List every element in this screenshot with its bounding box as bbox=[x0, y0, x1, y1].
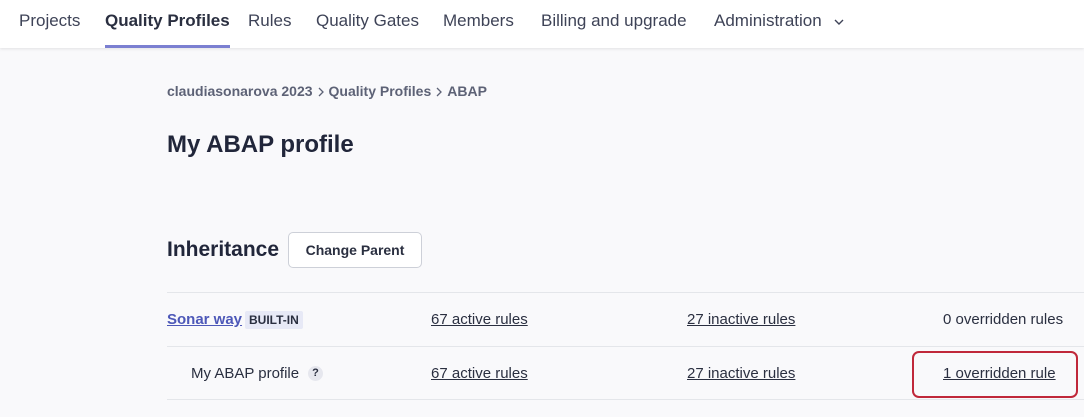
highlight-annotation bbox=[912, 351, 1078, 398]
nav-billing-and-upgrade[interactable]: Billing and upgrade bbox=[541, 0, 687, 48]
current-profile-name: My ABAP profile bbox=[191, 365, 300, 382]
active-tab-indicator bbox=[105, 45, 230, 48]
built-in-badge: BUILT-IN bbox=[245, 311, 303, 329]
active-rules-link[interactable]: 67 active rules bbox=[431, 311, 528, 328]
inactive-rules-link[interactable]: 27 inactive rules bbox=[687, 365, 795, 382]
nav-members[interactable]: Members bbox=[443, 0, 514, 48]
breadcrumb-language[interactable]: ABAP bbox=[447, 83, 487, 99]
inactive-rules-link[interactable]: 27 inactive rules bbox=[687, 311, 795, 328]
divider bbox=[167, 346, 1084, 347]
divider bbox=[167, 399, 1084, 400]
chevron-right-icon bbox=[318, 84, 324, 100]
inheritance-title: Inheritance bbox=[167, 238, 280, 261]
nav-quality-gates[interactable]: Quality Gates bbox=[316, 0, 419, 48]
breadcrumb-organization[interactable]: claudiasonarova 2023 bbox=[167, 83, 313, 99]
nav-projects-label: Projects bbox=[19, 11, 81, 30]
divider bbox=[167, 292, 1084, 293]
nav-administration[interactable]: Administration bbox=[714, 0, 844, 48]
page-title: My ABAP profile bbox=[167, 131, 354, 158]
nav-administration-label: Administration bbox=[714, 11, 822, 30]
nav-members-label: Members bbox=[443, 11, 514, 30]
nav-quality-gates-label: Quality Gates bbox=[316, 11, 419, 30]
chevron-right-icon bbox=[436, 84, 443, 100]
top-navigation: Projects Quality Profiles Rules Quality … bbox=[0, 0, 1084, 48]
breadcrumb: claudiasonarova 2023 Quality Profiles ABAP bbox=[167, 83, 487, 99]
nav-projects[interactable]: Projects bbox=[19, 0, 80, 48]
chevron-down-icon bbox=[834, 0, 844, 41]
nav-quality-profiles-label: Quality Profiles bbox=[105, 11, 230, 30]
parent-profile-link[interactable]: Sonar way bbox=[167, 311, 242, 328]
change-parent-button[interactable]: Change Parent bbox=[288, 232, 422, 268]
nav-quality-profiles[interactable]: Quality Profiles bbox=[105, 0, 230, 48]
help-icon[interactable]: ? bbox=[308, 366, 323, 381]
active-rules-link[interactable]: 67 active rules bbox=[431, 365, 528, 382]
overridden-rules-count: 0 overridden rules bbox=[943, 311, 1064, 328]
nav-rules[interactable]: Rules bbox=[248, 0, 291, 48]
nav-rules-label: Rules bbox=[248, 11, 292, 30]
breadcrumb-quality-profiles[interactable]: Quality Profiles bbox=[329, 83, 432, 99]
nav-billing-label: Billing and upgrade bbox=[541, 11, 687, 30]
